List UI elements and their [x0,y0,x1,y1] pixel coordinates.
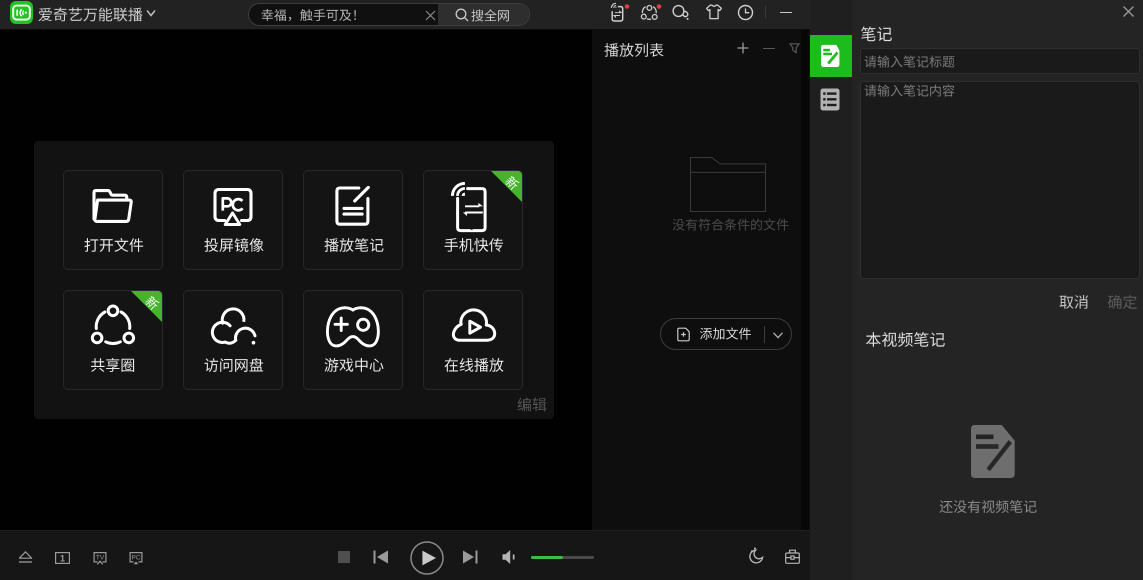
svg-text:TV: TV [96,555,105,562]
svg-text:PC: PC [131,555,140,562]
svg-text:1: 1 [60,553,65,563]
